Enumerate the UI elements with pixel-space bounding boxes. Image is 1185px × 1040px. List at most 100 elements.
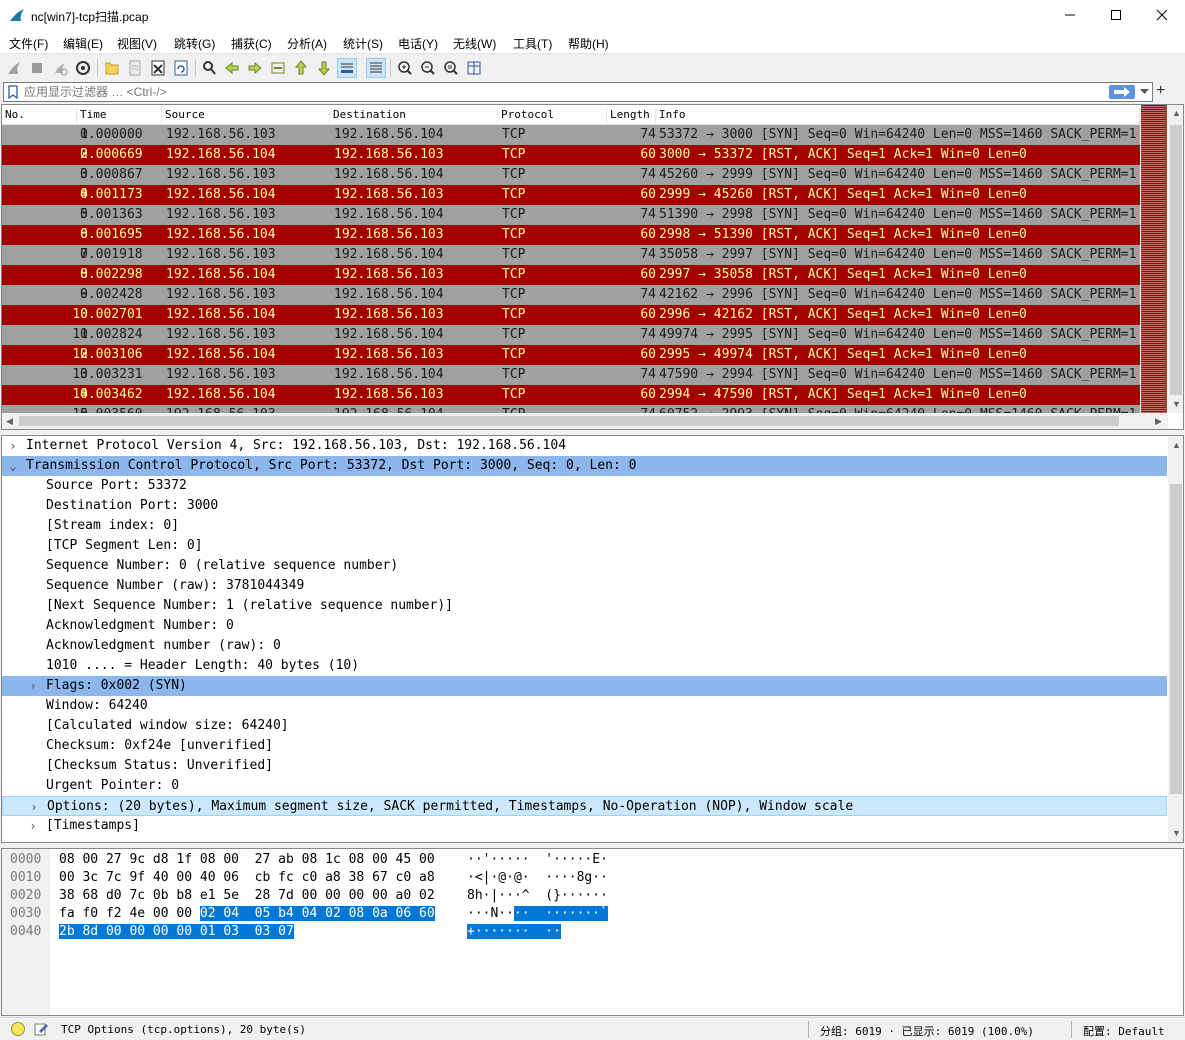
table-row[interactable]: 12 0.003106 192.168.56.104 192.168.56.103 TC… — [2, 345, 1140, 365]
scroll-thumb[interactable] — [1170, 125, 1182, 395]
open-file-button[interactable] — [102, 58, 122, 78]
detail-line[interactable]: [Calculated window size: 64240] — [2, 716, 1167, 736]
capture-options-button[interactable] — [73, 58, 93, 78]
menu-edit[interactable]: 编辑(E) — [63, 35, 103, 52]
table-row[interactable]: 4 0.001173 192.168.56.104 192.168.56.103 TCP… — [2, 185, 1140, 205]
table-row[interactable]: 5 0.001363 192.168.56.103 192.168.56.104 TCP… — [2, 205, 1140, 225]
detail-line[interactable]: › Flags: 0x002 (SYN) — [2, 676, 1167, 696]
zoom-out-button[interactable] — [418, 58, 438, 78]
column-header-source[interactable]: Source — [162, 108, 330, 124]
stop-capture-button[interactable] — [27, 58, 47, 78]
hex-bytes[interactable]: 08 00 27 9c d8 1f 08 00 27 ab 08 1c 08 0… — [59, 851, 435, 869]
detail-line[interactable]: [Next Sequence Number: 1 (relative seque… — [2, 596, 1167, 616]
first-packet-button[interactable] — [291, 58, 311, 78]
column-header-protocol[interactable]: Protocol — [498, 108, 607, 124]
column-header-length[interactable]: Length — [607, 108, 656, 124]
scroll-left-icon[interactable]: ◀ — [6, 416, 13, 427]
detail-line[interactable]: ⌄ Transmission Control Protocol, Src Port… — [2, 456, 1167, 476]
hex-bytes[interactable]: 38 68 d0 7c 0b b8 e1 5e 28 7d 00 00 00 0… — [59, 887, 435, 905]
ascii-bytes[interactable]: ···N···· ·······` — [467, 905, 608, 923]
packet-list-horizontal-scrollbar[interactable]: ◀ ▶ — [2, 413, 1168, 429]
save-file-button[interactable] — [125, 58, 145, 78]
detail-line[interactable]: Acknowledgment number (raw): 0 — [2, 636, 1167, 656]
detail-line[interactable]: [Checksum Status: Unverified] — [2, 756, 1167, 776]
scroll-right-icon[interactable]: ▶ — [1155, 416, 1162, 427]
scroll-up-icon[interactable]: ▲ — [1172, 108, 1181, 118]
detail-line[interactable]: Checksum: 0xf24e [unverified] — [2, 736, 1167, 756]
hex-bytes[interactable]: 00 3c 7c 9f 40 00 40 06 cb fc c0 a8 38 6… — [59, 869, 435, 887]
menu-statistics[interactable]: 统计(S) — [343, 35, 383, 52]
zoom-reset-button[interactable] — [441, 58, 461, 78]
detail-line[interactable]: › Options: (20 bytes), Maximum segment si… — [2, 796, 1167, 816]
table-row[interactable]: 7 0.001918 192.168.56.103 192.168.56.104 TCP… — [2, 245, 1140, 265]
table-row[interactable]: 11 0.002824 192.168.56.103 192.168.56.104 TC… — [2, 325, 1140, 345]
colorize-button[interactable] — [366, 58, 386, 78]
scroll-up-icon[interactable]: ▲ — [1172, 440, 1181, 450]
chevron-right-icon[interactable]: › — [26, 816, 40, 836]
resize-columns-button[interactable] — [464, 58, 484, 78]
maximize-button[interactable] — [1093, 0, 1139, 30]
detail-line[interactable]: [Stream index: 0] — [2, 516, 1167, 536]
hex-bytes[interactable]: fa f0 f2 4e 00 00 02 04 05 b4 04 02 08 0… — [59, 905, 435, 923]
table-row[interactable]: 2 0.000669 192.168.56.104 192.168.56.103 TCP… — [2, 145, 1140, 165]
detail-line[interactable]: Urgent Pointer: 0 — [2, 776, 1167, 796]
table-row[interactable]: 9 0.002428 192.168.56.103 192.168.56.104 TCP… — [2, 285, 1140, 305]
ascii-bytes[interactable]: 8h·|···^ (}······ — [467, 887, 608, 905]
menu-analyze[interactable]: 分析(A) — [287, 35, 327, 52]
table-row[interactable]: 1 0.000000 192.168.56.103 192.168.56.104 TCP… — [2, 125, 1140, 145]
scroll-thumb[interactable] — [1170, 484, 1182, 794]
packet-minimap[interactable] — [1141, 105, 1167, 413]
restart-capture-button[interactable] — [50, 58, 70, 78]
auto-scroll-button[interactable] — [337, 58, 357, 78]
menu-view[interactable]: 视图(V) — [117, 35, 157, 52]
menu-telephony[interactable]: 电话(Y) — [398, 35, 438, 52]
menu-tools[interactable]: 工具(T) — [513, 35, 552, 52]
scroll-thumb[interactable] — [19, 416, 1119, 426]
column-header-no[interactable]: No. — [2, 108, 77, 124]
detail-line[interactable]: Acknowledgment Number: 0 — [2, 616, 1167, 636]
chevron-down-icon[interactable]: ⌄ — [6, 456, 20, 476]
menu-capture[interactable]: 捕获(C) — [231, 35, 272, 52]
close-button[interactable] — [1139, 0, 1185, 30]
hex-bytes[interactable]: 2b 8d 00 00 00 00 01 03 03 07 — [59, 923, 294, 941]
bookmark-icon[interactable] — [7, 85, 19, 99]
detail-line[interactable]: Sequence Number (raw): 3781044349 — [2, 576, 1167, 596]
expert-info-indicator-icon[interactable] — [11, 1022, 25, 1036]
packet-list-vertical-scrollbar[interactable]: ▲ ▼ — [1168, 105, 1183, 413]
go-forward-button[interactable] — [245, 58, 265, 78]
find-packet-button[interactable] — [199, 58, 219, 78]
chevron-right-icon[interactable]: › — [27, 797, 41, 817]
details-vertical-scrollbar[interactable]: ▲ ▼ — [1168, 436, 1183, 842]
detail-line[interactable]: [TCP Segment Len: 0] — [2, 536, 1167, 556]
ascii-bytes[interactable]: ·<|·@·@· ····8g·· — [467, 869, 608, 887]
chevron-down-icon[interactable] — [1140, 89, 1149, 95]
zoom-in-button[interactable] — [395, 58, 415, 78]
edit-comment-icon[interactable] — [33, 1021, 49, 1037]
table-row[interactable]: 6 0.001695 192.168.56.104 192.168.56.103 TCP… — [2, 225, 1140, 245]
scroll-down-icon[interactable]: ▼ — [1172, 828, 1181, 838]
go-to-packet-button[interactable] — [268, 58, 288, 78]
ascii-bytes[interactable]: +······· ·· — [467, 923, 561, 941]
table-row[interactable]: 10 0.002701 192.168.56.104 192.168.56.103 TC… — [2, 305, 1140, 325]
menu-wireless[interactable]: 无线(W) — [453, 35, 496, 52]
detail-line[interactable]: 1010 .... = Header Length: 40 bytes (10) — [2, 656, 1167, 676]
detail-line[interactable]: Destination Port: 3000 — [2, 496, 1167, 516]
profile-text[interactable]: 配置: Default — [1083, 1023, 1165, 1039]
go-back-button[interactable] — [222, 58, 242, 78]
column-header-destination[interactable]: Destination — [330, 108, 498, 124]
chevron-right-icon[interactable]: › — [26, 676, 40, 696]
menu-go[interactable]: 跳转(G) — [174, 35, 215, 52]
table-row[interactable]: 13 0.003231 192.168.56.103 192.168.56.104 TC… — [2, 365, 1140, 385]
display-filter-input[interactable] — [24, 84, 1104, 100]
detail-line[interactable]: Source Port: 53372 — [2, 476, 1167, 496]
detail-line[interactable]: › Internet Protocol Version 4, Src: 192.1… — [2, 436, 1167, 456]
chevron-right-icon[interactable]: › — [6, 436, 20, 456]
detail-line[interactable]: Window: 64240 — [2, 696, 1167, 716]
detail-line[interactable]: Sequence Number: 0 (relative sequence nu… — [2, 556, 1167, 576]
table-row[interactable]: 8 0.002298 192.168.56.104 192.168.56.103 TCP… — [2, 265, 1140, 285]
table-row[interactable]: 3 0.000867 192.168.56.103 192.168.56.104 TCP… — [2, 165, 1140, 185]
column-header-info[interactable]: Info — [656, 108, 1140, 124]
ascii-bytes[interactable]: ··'····· '·····E· — [467, 851, 608, 869]
start-capture-button[interactable] — [4, 58, 24, 78]
column-header-time[interactable]: Time — [77, 108, 162, 124]
